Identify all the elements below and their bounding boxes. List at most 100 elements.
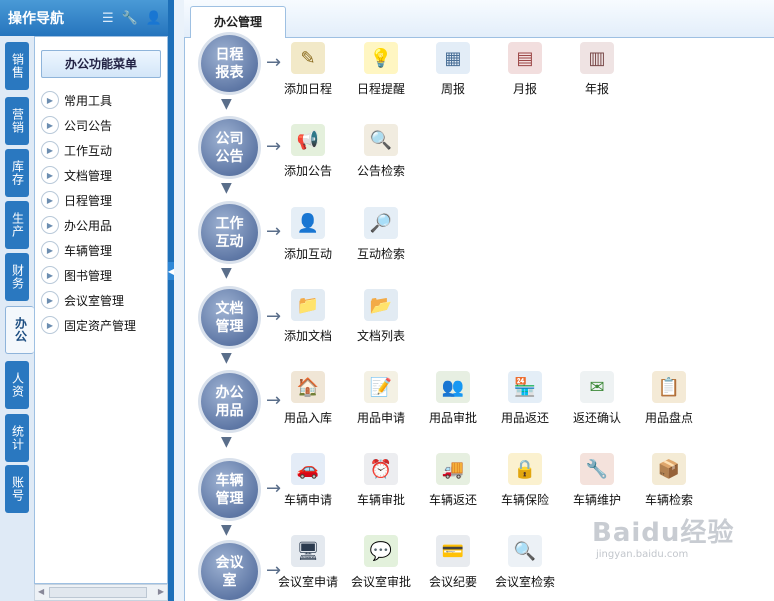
app-shortcut[interactable]: 🚗 车辆申请 [275, 453, 341, 508]
document-search-icon: 🔍 [364, 124, 398, 156]
app-shortcut[interactable]: 📝 用品申请 [348, 371, 414, 426]
app-shortcut[interactable]: 📂 文档列表 [348, 289, 414, 344]
app-shortcut[interactable]: 🔎 互动检索 [348, 207, 414, 262]
app-label: 返还确认 [572, 411, 621, 425]
flow-node[interactable]: 办公用品 [201, 373, 258, 430]
module-tab[interactable]: 库存 [5, 149, 29, 197]
car-repair-icon: 🔧 [580, 453, 614, 485]
scroll-left-icon[interactable]: ◀ [38, 587, 44, 596]
app-shortcut[interactable]: 📦 车辆检索 [636, 453, 702, 508]
wrench-icon[interactable]: 🔧 [122, 11, 138, 26]
flow-node[interactable]: 日程报表 [201, 35, 258, 92]
menu-item-label: 日程管理 [64, 193, 113, 208]
app-shortcut[interactable]: 🔧 车辆维护 [564, 453, 630, 508]
mail-check-icon: ✉ [580, 371, 614, 403]
week-report-icon: ▦ [436, 42, 470, 74]
add-schedule-icon: ✎ [291, 42, 325, 74]
menu-item-label: 会议室管理 [64, 293, 125, 308]
menu-item[interactable]: ▶ 会议室管理 [41, 289, 124, 311]
flow-node[interactable]: 工作互动 [201, 204, 258, 261]
menu-item-label: 工作互动 [64, 143, 113, 158]
nav-title: 操作导航 [8, 11, 64, 27]
app-shortcut[interactable]: ⏰ 车辆审批 [348, 453, 414, 508]
down-arrow-icon: ▼ [221, 522, 232, 538]
monitor-icon: 🖥 [291, 535, 325, 567]
app-shortcut[interactable]: 👥 用品审批 [420, 371, 486, 426]
down-arrow-icon: ▼ [221, 96, 232, 112]
app-shortcut[interactable]: 🏠 用品入库 [275, 371, 341, 426]
module-tab[interactable]: 生产 [5, 201, 29, 249]
play-circle-icon: ▶ [41, 291, 59, 309]
menu-item[interactable]: ▶ 常用工具 [41, 89, 112, 111]
module-tab[interactable]: 统计 [5, 414, 29, 462]
menu-item[interactable]: ▶ 固定资产管理 [41, 314, 136, 336]
module-tab[interactable]: 办公 [5, 306, 34, 354]
app-shortcut[interactable]: 📋 用品盘点 [636, 371, 702, 426]
menu-item[interactable]: ▶ 图书管理 [41, 264, 112, 286]
app-shortcut[interactable]: ▥ 年报 [564, 42, 630, 97]
play-circle-icon: ▶ [41, 91, 59, 109]
scrollbar-thumb[interactable] [49, 587, 147, 598]
app-shortcut[interactable]: 📁 添加文档 [275, 289, 341, 344]
app-label: 公告检索 [356, 164, 405, 178]
app-shortcut[interactable]: 💡 日程提醒 [348, 42, 414, 97]
module-tab[interactable]: 人资 [5, 361, 29, 409]
app-label: 车辆保险 [500, 493, 549, 507]
app-label: 周报 [440, 82, 465, 96]
app-shortcut[interactable]: ✎ 添加日程 [275, 42, 341, 97]
app-label: 会议室检索 [494, 575, 555, 589]
menu-item[interactable]: ▶ 办公用品 [41, 214, 112, 236]
app-label: 车辆审批 [356, 493, 405, 507]
app-shortcut[interactable]: ✉ 返还确认 [564, 371, 630, 426]
app-shortcut[interactable]: 🚚 车辆返还 [420, 453, 486, 508]
menu-item-label: 车辆管理 [64, 243, 113, 258]
app-shortcut[interactable]: 💬 会议室审批 [348, 535, 414, 590]
module-tab[interactable]: 账号 [5, 465, 29, 513]
flow-node[interactable]: 会议室 [201, 543, 258, 600]
module-tab[interactable]: 营销 [5, 97, 29, 145]
shop-icon: 🏪 [508, 371, 542, 403]
app-shortcut[interactable]: 🔒 车辆保险 [492, 453, 558, 508]
magnifier-icon: 🔍 [508, 535, 542, 567]
user-icon[interactable]: 👤 [146, 11, 162, 26]
user-search-icon: 🔎 [364, 207, 398, 239]
horizontal-scrollbar[interactable]: ◀ ▶ [34, 584, 168, 601]
megaphone-icon: 📢 [291, 124, 325, 156]
app-label: 添加日程 [283, 82, 332, 96]
module-tab[interactable]: 财务 [5, 253, 29, 301]
app-shortcut[interactable]: 🖥 会议室申请 [275, 535, 341, 590]
app-label: 用品盘点 [644, 411, 693, 425]
card-reader-icon: 💳 [436, 535, 470, 567]
menu-item[interactable]: ▶ 日程管理 [41, 189, 112, 211]
app-label: 添加公告 [283, 164, 332, 178]
app-shortcut[interactable]: 📢 添加公告 [275, 124, 341, 179]
app-shortcut[interactable]: ▦ 周报 [420, 42, 486, 97]
menu-item-label: 图书管理 [64, 268, 113, 283]
app-shortcut[interactable]: ▤ 月报 [492, 42, 558, 97]
app-shortcut[interactable]: 🏪 用品返还 [492, 371, 558, 426]
menu-item[interactable]: ▶ 车辆管理 [41, 239, 112, 261]
module-tab[interactable]: 销售 [5, 42, 29, 90]
play-circle-icon: ▶ [41, 241, 59, 259]
app-shortcut[interactable]: 🔍 会议室检索 [492, 535, 558, 590]
menu-item[interactable]: ▶ 公司公告 [41, 114, 112, 136]
list-icon[interactable]: ☰ [102, 11, 114, 26]
menu-item[interactable]: ▶ 文档管理 [41, 164, 112, 186]
flow-node-label: 车辆管理 [215, 472, 244, 507]
nav-header: 操作导航 ☰ 🔧 👤 [0, 0, 170, 36]
warehouse-icon: 🏠 [291, 371, 325, 403]
app-label: 添加文档 [283, 329, 332, 343]
flow-node[interactable]: 车辆管理 [201, 461, 258, 518]
flow-node[interactable]: 文档管理 [201, 289, 258, 346]
flow-node-label: 文档管理 [215, 300, 244, 335]
app-shortcut[interactable]: 💳 会议纪要 [420, 535, 486, 590]
flow-node[interactable]: 公司公告 [201, 119, 258, 176]
tab-office-management[interactable]: 办公管理 [190, 6, 286, 39]
app-shortcut[interactable]: 👤 添加互动 [275, 207, 341, 262]
bulb-icon: 💡 [364, 42, 398, 74]
scroll-right-icon[interactable]: ▶ [158, 587, 164, 596]
flow-node-label: 工作互动 [215, 215, 244, 250]
app-shortcut[interactable]: 🔍 公告检索 [348, 124, 414, 179]
menu-item[interactable]: ▶ 工作互动 [41, 139, 112, 161]
down-arrow-icon: ▼ [221, 265, 232, 281]
